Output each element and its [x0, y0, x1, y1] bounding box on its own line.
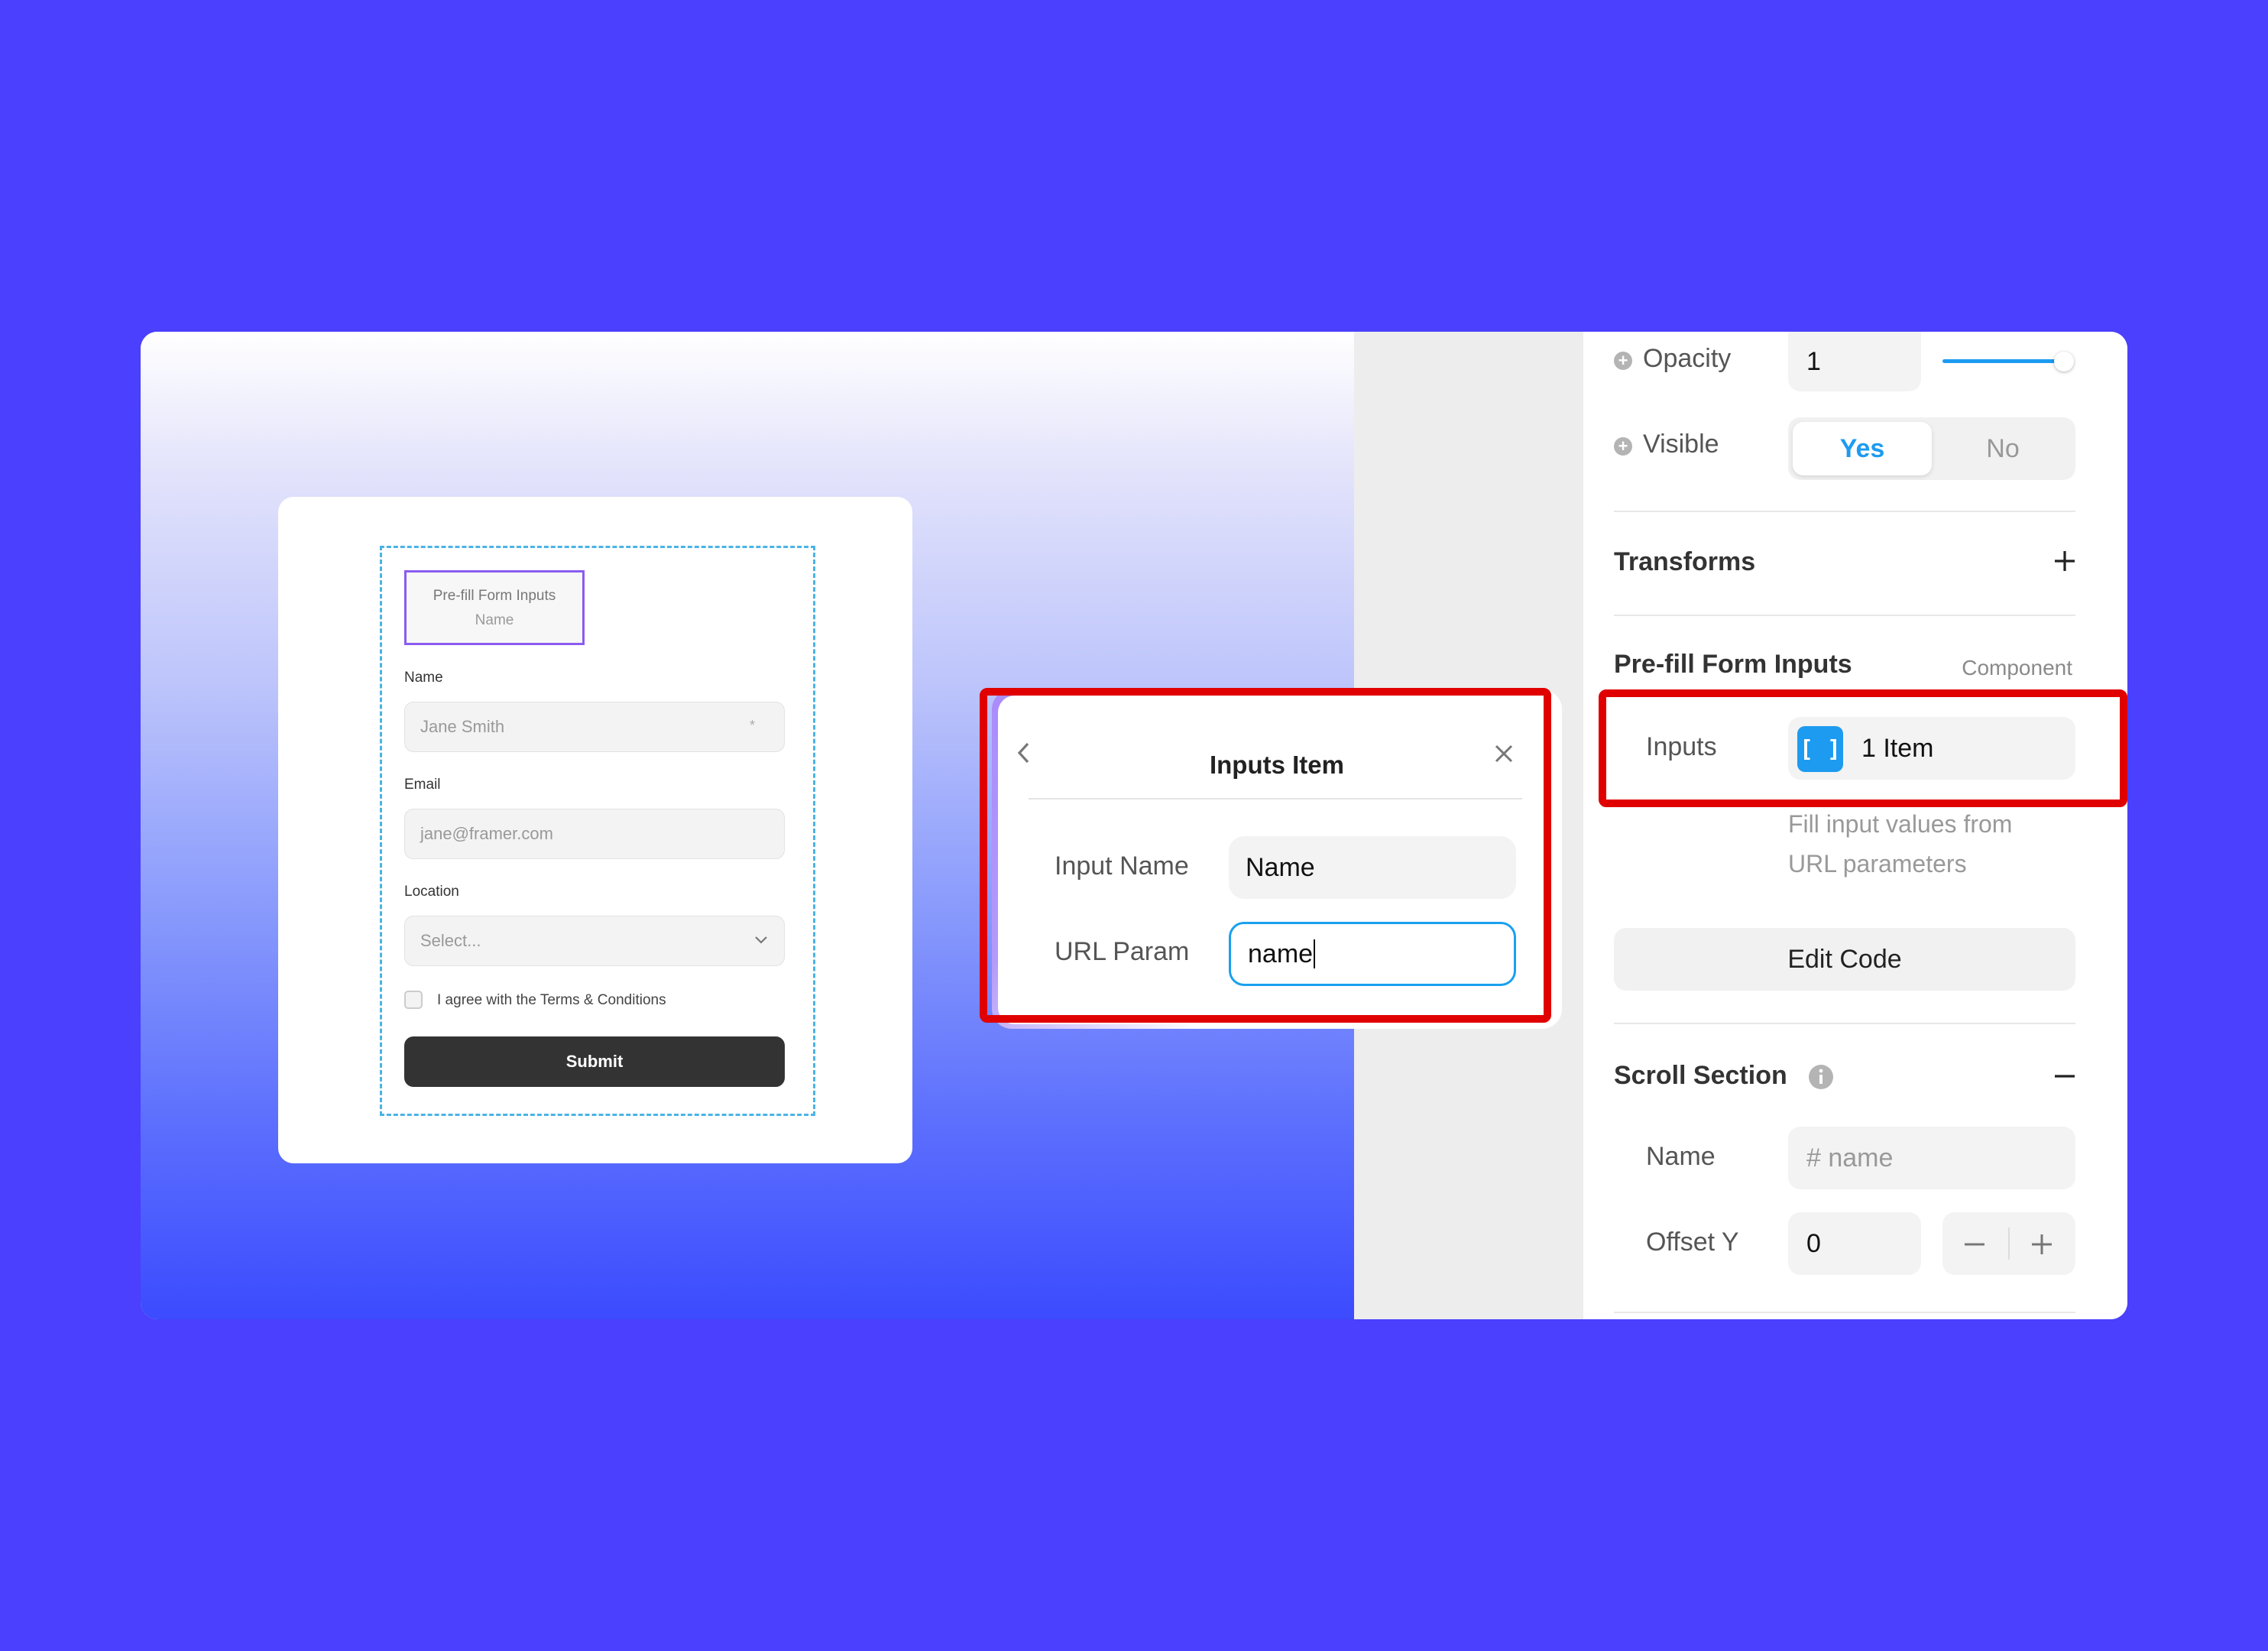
minus-icon[interactable] [1962, 1232, 1987, 1257]
scroll-name-placeholder: # name [1806, 1143, 1894, 1173]
component-heading: Pre-fill Form Inputs [1614, 650, 1852, 679]
opacity-value: 1 [1806, 346, 1821, 376]
opacity-input[interactable]: 1 [1788, 332, 1921, 391]
required-mark: * [749, 718, 755, 733]
divider [1614, 511, 2075, 512]
chevron-down-icon [755, 936, 767, 944]
scroll-name-label: Name [1646, 1142, 1716, 1171]
scroll-name-input[interactable]: # name [1788, 1127, 2075, 1189]
name-placeholder: Jane Smith [420, 717, 505, 736]
plus-circle-icon[interactable]: + [1614, 352, 1632, 370]
inputs-description-line1: Fill input values from [1788, 810, 2013, 838]
popover-highlight-box [980, 688, 1551, 1023]
location-label: Location [404, 884, 459, 900]
plus-circle-icon[interactable]: + [1614, 437, 1632, 456]
email-placeholder: jane@framer.com [420, 824, 553, 843]
plus-icon[interactable] [2030, 1232, 2054, 1257]
visible-no-option[interactable]: No [1933, 422, 2072, 475]
offset-y-value: 0 [1806, 1228, 1821, 1258]
divider [1614, 1312, 2075, 1313]
component-subtitle: Name [475, 612, 514, 628]
offset-y-input[interactable]: 0 [1788, 1212, 1921, 1275]
email-input[interactable]: jane@framer.com [404, 809, 785, 859]
scroll-section-heading: Scroll Section [1614, 1061, 1787, 1090]
minus-icon[interactable] [2053, 1064, 2077, 1088]
plus-icon[interactable] [2053, 549, 2077, 573]
inputs-description-line2: URL parameters [1788, 850, 1967, 877]
submit-button[interactable]: Submit [404, 1036, 785, 1087]
component-tag: Component [1962, 656, 2072, 680]
divider [1614, 615, 2075, 616]
terms-label: I agree with the Terms & Conditions [437, 992, 666, 1008]
visible-label: Visible [1643, 430, 1719, 459]
opacity-slider-thumb[interactable] [2054, 352, 2074, 371]
inputs-description: Fill input values from URL parameters [1788, 804, 2012, 884]
terms-checkbox[interactable] [404, 991, 423, 1009]
opacity-slider-track[interactable] [1942, 359, 2065, 363]
location-select[interactable]: Select... [404, 916, 785, 966]
transforms-heading: Transforms [1614, 547, 1756, 576]
prefill-component-instance[interactable]: Pre-fill Form Inputs Name [404, 570, 585, 645]
opacity-label: Opacity [1643, 344, 1732, 373]
visible-yes-option[interactable]: Yes [1793, 422, 1932, 475]
name-input[interactable]: Jane Smith * [404, 702, 785, 752]
inputs-highlight-box [1599, 689, 2127, 807]
offset-y-stepper [1942, 1212, 2075, 1275]
component-title: Pre-fill Form Inputs [433, 588, 556, 604]
location-placeholder: Select... [420, 931, 481, 950]
divider [1614, 1023, 2075, 1024]
offset-y-label: Offset Y [1646, 1228, 1739, 1257]
email-label: Email [404, 777, 441, 793]
visible-toggle[interactable]: Yes No [1788, 417, 2075, 480]
stepper-divider [2008, 1228, 2010, 1260]
info-icon[interactable] [1808, 1064, 1834, 1090]
name-label: Name [404, 670, 443, 686]
edit-code-button[interactable]: Edit Code [1614, 928, 2075, 991]
properties-panel: + Opacity 1 + Visible Yes No Transforms … [1583, 332, 2127, 1319]
